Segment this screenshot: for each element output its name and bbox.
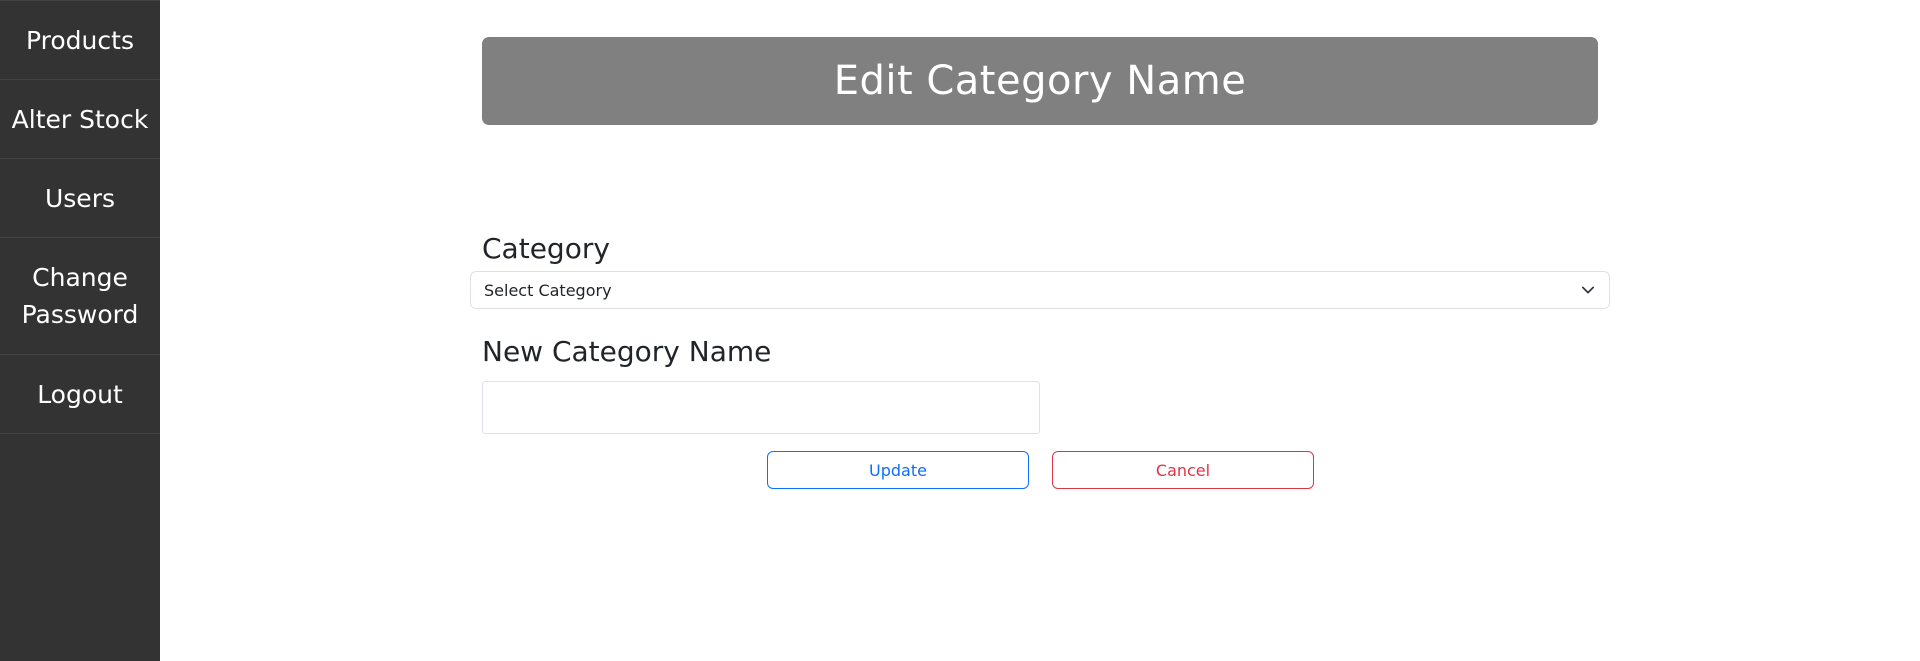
sidebar-item-label: Change Password (22, 259, 139, 333)
sidebar-item-products[interactable]: Products (0, 1, 160, 80)
sidebar-item-alter-stock[interactable]: Alter Stock (0, 80, 160, 159)
page-header: Edit Category Name (482, 37, 1598, 125)
new-category-name-label: New Category Name (482, 335, 772, 368)
sidebar-item-logout[interactable]: Logout (0, 355, 160, 434)
sidebar-item-label: Alter Stock (11, 104, 149, 134)
sidebar-nav: Products Alter Stock Users Change Passwo… (0, 0, 160, 434)
new-category-name-input[interactable] (482, 381, 1040, 434)
sidebar-item-label: Products (26, 25, 134, 55)
page-title: Edit Category Name (833, 58, 1247, 104)
sidebar-item-change-password[interactable]: Change Password (0, 238, 160, 355)
sidebar-item-users[interactable]: Users (0, 159, 160, 238)
sidebar: Products Alter Stock Users Change Passwo… (0, 0, 160, 661)
cancel-button[interactable]: Cancel (1052, 451, 1314, 489)
main-content: Edit Category Name Category Select Categ… (160, 0, 1920, 661)
sidebar-item-label: Users (44, 183, 115, 213)
chevron-down-icon (1581, 286, 1595, 294)
sidebar-item-label-line: Change (32, 263, 128, 292)
category-select-value: Select Category (484, 280, 612, 300)
category-select[interactable]: Select Category (470, 271, 1610, 309)
category-label: Category (482, 232, 610, 265)
update-button[interactable]: Update (767, 451, 1029, 489)
sidebar-item-label: Logout (37, 379, 123, 409)
sidebar-item-label-line: Password (21, 300, 139, 329)
